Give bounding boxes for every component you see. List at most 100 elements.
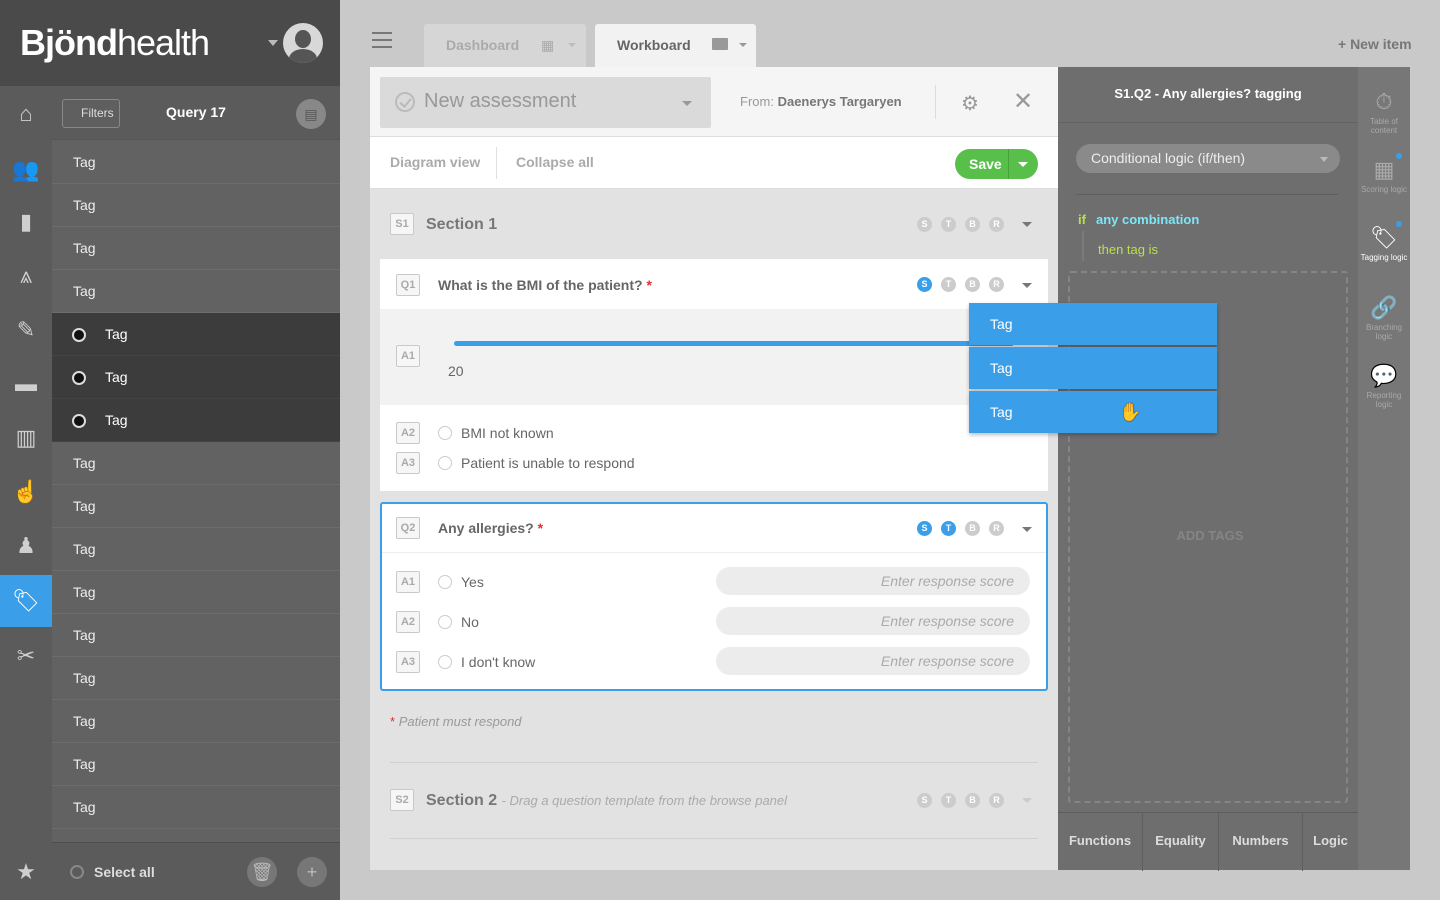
new-item-button[interactable]: + New item: [1338, 36, 1412, 52]
list-footer: Select all 🗑 +: [52, 842, 340, 900]
dragged-tag[interactable]: Tag: [969, 391, 1217, 433]
book-icon[interactable]: ▤: [296, 99, 326, 129]
list-item[interactable]: Tag: [52, 657, 340, 700]
section-title: Section 2 - Drag a question template fro…: [426, 792, 788, 809]
close-icon[interactable]: ✕: [1013, 87, 1033, 116]
dragged-tag[interactable]: Tag: [969, 347, 1217, 389]
save-button[interactable]: Save: [955, 149, 1038, 179]
clipboard-icon[interactable]: ▮: [0, 196, 52, 248]
answer-radio[interactable]: [438, 655, 452, 669]
from-name: Daenerys Targaryen: [777, 94, 902, 109]
bmi-slider[interactable]: [454, 341, 1014, 346]
answer-radio[interactable]: [438, 615, 452, 629]
tab-dashboard[interactable]: Dashboard ▦: [424, 24, 586, 67]
response-score-input[interactable]: Enter response score: [716, 567, 1030, 595]
badge-t[interactable]: T: [941, 521, 956, 536]
logic-type-select[interactable]: Conditional logic (if/then): [1076, 144, 1340, 173]
star-icon[interactable]: ★: [0, 846, 52, 898]
answer-id: A2: [396, 422, 420, 444]
hand-icon[interactable]: ☝: [0, 466, 52, 518]
tab-equality[interactable]: Equality: [1143, 813, 1219, 871]
assessment-selector[interactable]: New assessment: [380, 77, 711, 128]
save-label: Save: [969, 156, 1002, 172]
menu-icon[interactable]: [372, 32, 392, 48]
save-options-chevron-icon[interactable]: [1018, 162, 1028, 167]
select-all-radio[interactable]: [70, 865, 84, 879]
list-item[interactable]: Tag: [52, 399, 340, 442]
rail-label: Reporting logic: [1366, 391, 1402, 409]
rail-table-of-content[interactable]: ⏱ Table of content: [1358, 89, 1410, 135]
people-icon[interactable]: 👥: [0, 144, 52, 196]
badge-r[interactable]: R: [989, 521, 1004, 536]
section-chevron-down-icon[interactable]: [1022, 798, 1032, 803]
list-item[interactable]: Tag: [52, 786, 340, 829]
tab-numbers[interactable]: Numbers: [1219, 813, 1303, 871]
badge-s[interactable]: S: [917, 521, 932, 536]
answer-radio[interactable]: [438, 575, 452, 589]
pen-icon[interactable]: ✎: [0, 304, 52, 356]
rail-label: Table of content: [1369, 117, 1399, 135]
tab-logic[interactable]: Logic: [1303, 813, 1358, 871]
dragged-tag[interactable]: Tag: [969, 303, 1217, 345]
grid-icon: ▦: [541, 37, 555, 53]
badge-b: B: [965, 793, 980, 808]
badge-b[interactable]: B: [965, 277, 980, 292]
rail-scoring-logic[interactable]: ▦ Scoring logic: [1358, 157, 1410, 194]
rail-tagging-logic[interactable]: 🏷 Tagging logic: [1358, 225, 1410, 262]
gear-icon[interactable]: ⚙: [961, 91, 979, 116]
answer-label: I don't know: [461, 654, 536, 670]
tab-functions[interactable]: Functions: [1058, 813, 1143, 871]
chevron-down-icon: [682, 101, 692, 106]
diagram-view-link[interactable]: Diagram view: [390, 154, 480, 170]
list-item[interactable]: Tag: [52, 356, 340, 399]
collapse-all-link[interactable]: Collapse all: [516, 154, 594, 170]
list-item[interactable]: Tag: [52, 270, 340, 313]
plus-icon[interactable]: +: [297, 857, 327, 887]
user-icon[interactable]: ♟: [0, 520, 52, 572]
answer-radio[interactable]: [438, 456, 452, 470]
question-chevron-down-icon[interactable]: [1022, 527, 1032, 532]
badge-b[interactable]: B: [965, 521, 980, 536]
avatar[interactable]: [283, 23, 323, 63]
list-item[interactable]: Tag: [52, 313, 340, 356]
response-score-input[interactable]: Enter response score: [716, 647, 1030, 675]
badge-r[interactable]: R: [989, 277, 1004, 292]
rail-reporting-logic[interactable]: 💬 Reporting logic: [1358, 363, 1410, 409]
list-item[interactable]: Tag: [52, 184, 340, 227]
list-item[interactable]: Tag: [52, 571, 340, 614]
question-badges: S T B R: [917, 277, 1004, 292]
badge-s[interactable]: S: [917, 277, 932, 292]
answer-label: Patient is unable to respond: [461, 455, 635, 471]
list-item[interactable]: Tag: [52, 227, 340, 270]
section-chevron-down-icon[interactable]: [1022, 222, 1032, 227]
select-all-label[interactable]: Select all: [94, 864, 155, 880]
tags-icon[interactable]: 🏷: [0, 575, 52, 627]
answer-radio[interactable]: [438, 426, 452, 440]
list-item[interactable]: Tag: [52, 743, 340, 786]
rail-branching-logic[interactable]: 🔗 Branching logic: [1358, 295, 1410, 341]
if-condition[interactable]: any combination: [1096, 212, 1199, 227]
badge-b: B: [965, 217, 980, 232]
badge-t[interactable]: T: [941, 277, 956, 292]
question-chevron-down-icon[interactable]: [1022, 283, 1032, 288]
list-item[interactable]: Tag: [52, 700, 340, 743]
briefcase-icon[interactable]: ▬: [0, 358, 52, 410]
tools-icon[interactable]: ✂: [0, 630, 52, 682]
list-item[interactable]: Tag: [52, 528, 340, 571]
list-item[interactable]: Tag: [52, 141, 340, 184]
response-score-input[interactable]: Enter response score: [716, 607, 1030, 635]
list-item[interactable]: Tag: [52, 485, 340, 528]
tab-workboard[interactable]: Workboard: [595, 24, 756, 67]
tag-list-panel: Filters Query 17 ▤ Tag Tag Tag Tag Tag Tag Tag…: [52, 86, 340, 900]
account-chevron-down-icon[interactable]: [268, 40, 278, 46]
home-icon[interactable]: ⌂: [0, 88, 52, 140]
question-badges: S T B R: [917, 521, 1004, 536]
slider-value: 20: [448, 363, 464, 379]
app-store-icon[interactable]: ⩓: [0, 250, 52, 302]
list-item[interactable]: Tag: [52, 614, 340, 657]
trash-icon[interactable]: 🗑: [247, 857, 277, 887]
folder-icon: [712, 38, 728, 50]
list-item[interactable]: Tag: [52, 442, 340, 485]
answer-label: Yes: [461, 574, 484, 590]
barcode-icon[interactable]: ▥: [0, 412, 52, 464]
